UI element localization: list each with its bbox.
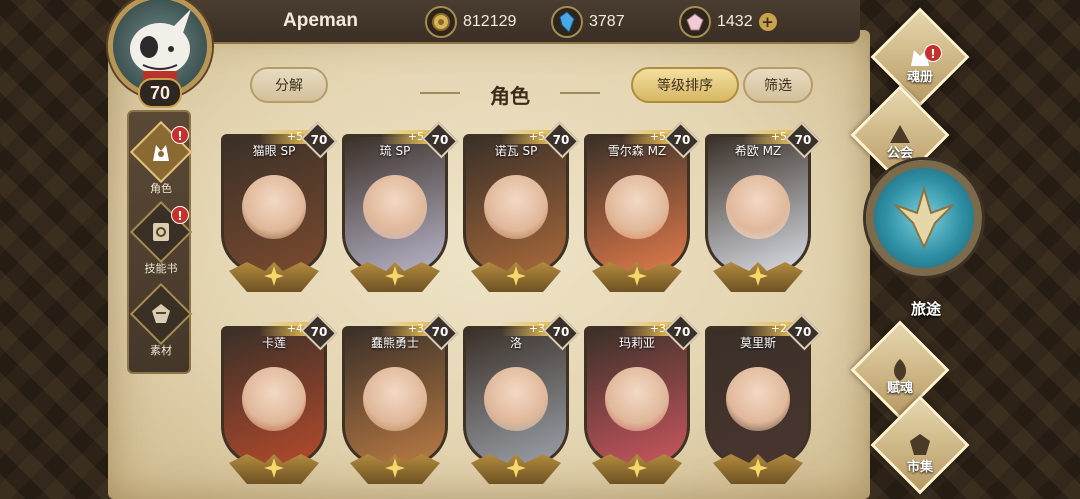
crystal-value: 3787: [589, 13, 625, 30]
character-face: [484, 174, 548, 239]
character-card[interactable]: 诺瓦 SP +5 70: [463, 121, 580, 298]
player-avatar[interactable]: 70: [100, 0, 220, 112]
title-decoration-right: [560, 92, 600, 94]
character-face: [726, 174, 790, 239]
character-level: 70: [552, 133, 570, 147]
character-face: [605, 366, 669, 431]
character-face: [726, 366, 790, 431]
character-face: [484, 366, 548, 431]
character-level: 70: [794, 325, 812, 339]
character-card[interactable]: 洛 +3 70: [463, 313, 580, 490]
character-card[interactable]: 玛莉亚 +3 70: [584, 313, 701, 490]
character-level: 70: [673, 325, 691, 339]
guild-label: 公会: [886, 146, 913, 161]
character-face: [363, 366, 427, 431]
gem-value: 1432: [717, 13, 753, 30]
gold-currency: 812129: [425, 6, 516, 38]
material-icon: [129, 282, 193, 346]
soul-book-button[interactable]: 魂册 !: [870, 7, 970, 112]
market-icon: [870, 395, 970, 495]
gem-currency: 1432 +: [679, 6, 777, 38]
sidebar-item-character[interactable]: 角色 !: [129, 120, 193, 196]
character-face: [242, 174, 306, 239]
pink-gem-icon: [679, 6, 711, 38]
player-name: Apeman: [283, 10, 358, 31]
crystal-currency: 3787: [551, 6, 625, 38]
soul-book-label: 魂册: [906, 70, 933, 85]
journey-label: 旅途: [910, 300, 941, 318]
endow-soul-icon: [850, 320, 950, 420]
sidebar-item-skill-book[interactable]: 技能书 !: [129, 200, 193, 276]
character-card[interactable]: 希欧 MZ +5 70: [705, 121, 822, 298]
character-level: 70: [552, 325, 570, 339]
character-card[interactable]: 莫里斯 +2 70: [705, 313, 822, 490]
character-level: 70: [794, 133, 812, 147]
player-level: 70: [138, 78, 182, 108]
character-level: 70: [431, 133, 449, 147]
sort-by-level-button[interactable]: 等级排序: [631, 67, 739, 103]
character-card[interactable]: 蠢熊勇士 +3 70: [342, 313, 459, 490]
character-face: [605, 174, 669, 239]
title-decoration-left: [420, 92, 460, 94]
character-level: 70: [431, 325, 449, 339]
character-level: 70: [310, 133, 328, 147]
character-face: [242, 366, 306, 431]
character-level: 70: [310, 325, 328, 339]
add-gem-button[interactable]: +: [758, 13, 777, 31]
page-title: 角色: [490, 84, 530, 108]
sidebar-item-material[interactable]: 素材: [129, 282, 193, 358]
character-card[interactable]: 猫眼 SP +5 70: [221, 121, 338, 298]
character-face: [363, 174, 427, 239]
market-label: 市集: [906, 460, 933, 475]
character-card[interactable]: 雪尔森 MZ +5 70: [584, 121, 701, 298]
soul-book-icon: [870, 7, 970, 107]
gold-value: 812129: [463, 13, 517, 30]
filter-button[interactable]: 筛选: [743, 67, 813, 103]
soul-book-alert-badge: !: [924, 44, 942, 62]
skill-book-alert-badge: !: [171, 206, 189, 224]
journey-button[interactable]: 旅途: [866, 160, 986, 320]
character-level: 70: [673, 133, 691, 147]
endow-soul-label: 赋魂: [886, 381, 913, 396]
left-sidebar: 角色 ! 技能书 ! 素材: [127, 110, 193, 374]
character-card[interactable]: 琉 SP +5 70: [342, 121, 459, 298]
decompose-button[interactable]: 分解: [250, 67, 328, 103]
market-button[interactable]: 市集: [870, 395, 970, 499]
journey-emblem-icon: [866, 160, 982, 276]
character-card[interactable]: 卡莲 +4 70: [221, 313, 338, 490]
gold-coin-icon: [425, 6, 457, 38]
character-alert-badge: !: [171, 126, 189, 144]
blue-crystal-icon: [551, 6, 583, 38]
